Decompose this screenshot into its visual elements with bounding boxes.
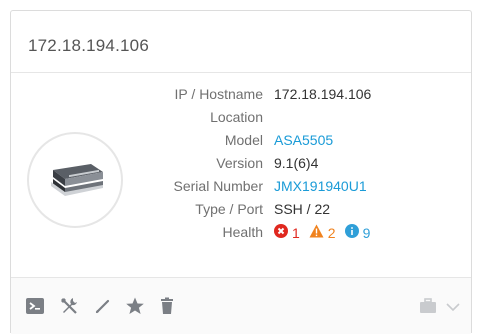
device-card: 172.18.194.106 IP / Hostname 172.18.194.… [10, 10, 472, 334]
device-title: 172.18.194.106 [28, 36, 149, 55]
detail-label: Serial Number [173, 178, 263, 194]
detail-label: Health [222, 224, 263, 240]
detail-label: Version [216, 155, 263, 171]
terminal-icon[interactable] [25, 296, 47, 318]
health-critical[interactable]: 1 [274, 224, 300, 241]
detail-label: IP / Hostname [174, 86, 263, 102]
detail-row-location: Location [11, 109, 471, 131]
health-info[interactable]: 9 [344, 224, 371, 241]
briefcase-icon[interactable] [418, 296, 440, 318]
critical-icon [274, 224, 288, 241]
detail-label: Type / Port [195, 201, 263, 217]
detail-row-version: Version 9.1(6)4 [11, 155, 471, 177]
model-link[interactable]: ASA5505 [274, 132, 333, 148]
warning-count: 2 [327, 224, 336, 241]
detail-label: Model [224, 132, 263, 148]
detail-row-model: Model ASA5505 [11, 132, 471, 154]
trash-icon[interactable] [157, 296, 179, 318]
detail-row-ip: IP / Hostname 172.18.194.106 [11, 86, 471, 108]
card-header: 172.18.194.106 [11, 11, 471, 73]
star-icon[interactable] [125, 296, 147, 318]
detail-value: 9.1(6)4 [274, 155, 319, 171]
edit-icon[interactable] [93, 296, 115, 318]
tools-icon[interactable] [59, 296, 81, 318]
detail-row-serial: Serial Number JMX191940U1 [11, 178, 471, 200]
health-warning[interactable]: 2 [309, 224, 336, 241]
card-toolbar [11, 277, 471, 334]
health-indicators: 1 2 9 [274, 224, 379, 241]
critical-count: 1 [292, 224, 300, 241]
detail-row-type-port: Type / Port SSH / 22 [11, 201, 471, 223]
detail-value: 172.18.194.106 [274, 86, 372, 102]
warning-icon [309, 224, 324, 241]
info-count: 9 [362, 224, 371, 241]
detail-label: Location [210, 109, 263, 125]
detail-value: SSH / 22 [274, 201, 331, 217]
detail-row-health: Health 1 2 9 [11, 224, 471, 246]
info-icon [344, 224, 359, 241]
serial-number-link[interactable]: JMX191940U1 [274, 178, 367, 194]
chevron-down-icon[interactable] [443, 296, 465, 318]
